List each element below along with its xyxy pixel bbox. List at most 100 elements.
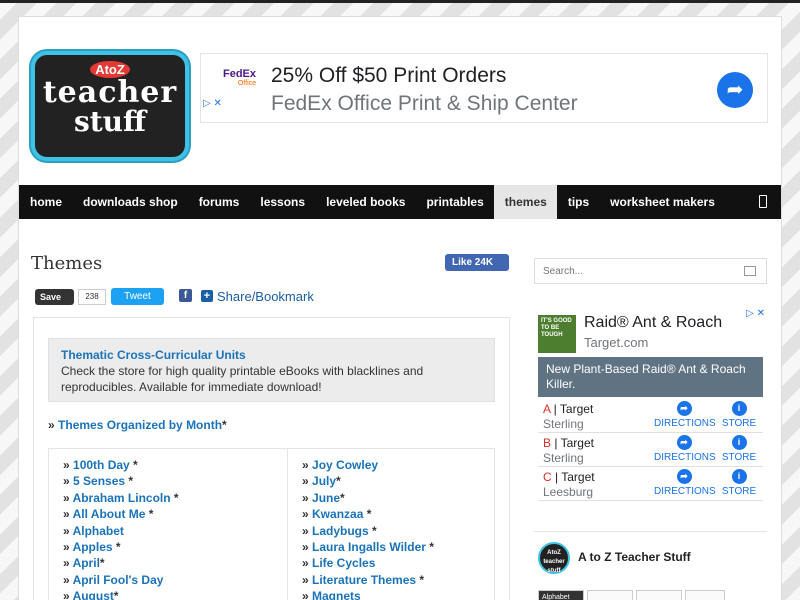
theme-item: » August* — [63, 588, 278, 600]
themes-by-month-link[interactable]: Themes Organized by Month — [58, 418, 222, 432]
nav-item-printables[interactable]: printables — [415, 185, 493, 219]
theme-link[interactable]: Alphabet — [73, 524, 124, 538]
top-bar — [0, 0, 800, 3]
theme-star: * — [113, 589, 119, 600]
theme-link[interactable]: July — [312, 474, 336, 488]
theme-item: » Magnets — [302, 588, 502, 600]
theme-item: » April* — [63, 556, 105, 571]
theme-link[interactable]: Kwanzaa — [312, 507, 363, 521]
directions-button[interactable]: ➦ DIRECTIONS — [654, 435, 716, 463]
ad-thumbnail[interactable]: IT'S GOOD TO BE TOUGH — [538, 315, 576, 353]
theme-link[interactable]: All About Me — [73, 507, 146, 521]
nav-list: home downloads shop forums lessons leveled b… — [19, 185, 781, 219]
directions-button[interactable]: ➦ DIRECTIONS — [654, 401, 716, 429]
store-location-row[interactable]: A | Target Sterling ➦ DIRECTIONS i STORE — [538, 399, 763, 433]
ad-promo[interactable]: New Plant-Based Raid® Ant & Roach Killer… — [538, 357, 763, 397]
search-icon[interactable] — [744, 266, 756, 276]
pinterest-save-button[interactable]: Save — [35, 289, 74, 305]
store-button[interactable]: i STORE — [716, 435, 762, 463]
search-input[interactable] — [535, 259, 725, 283]
theme-item: » Joy Cowley — [302, 458, 379, 472]
theme-link[interactable]: Apples — [73, 540, 113, 554]
theme-link[interactable]: Joy Cowley — [312, 458, 378, 472]
directions-button[interactable]: ➦ DIRECTIONS — [654, 469, 716, 497]
theme-item: » July* — [302, 474, 341, 489]
directions-icon: ➦ — [676, 469, 692, 484]
theme-star: * — [99, 556, 105, 571]
fedex-logo: FedEx Office — [223, 68, 257, 87]
store-location-row[interactable]: C | Target Leesburg ➦ DIRECTIONS i STORE — [538, 467, 763, 501]
theme-item: » Abraham Lincoln * — [63, 490, 179, 505]
themes-column-2: » Joy Cowley» July*» June*» Kwanzaa *» L… — [287, 449, 502, 600]
logo-line-2: stuff — [73, 105, 147, 138]
theme-item: » April Fool's Day — [63, 572, 164, 587]
nav-item-worksheet-makers[interactable]: worksheet makers — [599, 185, 725, 219]
info-icon: i — [731, 469, 747, 484]
theme-star: * — [416, 572, 425, 587]
store-button[interactable]: i STORE — [716, 401, 762, 429]
ad-headline[interactable]: 25% Off $50 Print Orders — [271, 64, 506, 88]
page-name[interactable]: A to Z Teacher Stuff — [578, 550, 691, 564]
nav-item-forums[interactable]: forums — [188, 185, 250, 219]
mobile-menu-icon[interactable] — [759, 195, 767, 208]
photo-thumb[interactable] — [587, 590, 633, 600]
theme-link[interactable]: Literature Themes — [312, 573, 416, 587]
theme-link[interactable]: June — [312, 491, 340, 505]
ad-banner[interactable]: FedEx Office ▷ ✕ 25% Off $50 Print Order… — [200, 53, 768, 123]
nav-item-lessons[interactable]: lessons — [249, 185, 315, 219]
callout-text: Check the store for high quality printab… — [61, 364, 424, 394]
theme-star: * — [368, 523, 377, 538]
location-name: C | Target — [543, 470, 595, 484]
theme-link[interactable]: August — [73, 589, 114, 600]
thematic-units-callout: Thematic Cross-Curricular Units Check th… — [48, 338, 495, 402]
callout-title[interactable]: Thematic Cross-Curricular Units — [61, 347, 482, 363]
theme-star: * — [425, 540, 434, 555]
theme-link[interactable]: Laura Ingalls Wilder — [312, 540, 426, 554]
theme-item: » All About Me * — [63, 507, 154, 522]
theme-link[interactable]: 100th Day — [73, 458, 130, 472]
photo-thumb[interactable] — [685, 590, 725, 600]
location-city: Sterling — [543, 451, 584, 465]
store-location-row[interactable]: B | Target Sterling ➦ DIRECTIONS i STORE — [538, 433, 763, 467]
location-city: Sterling — [543, 417, 584, 431]
info-icon: i — [731, 435, 747, 450]
themes-list: » 100th Day * » 5 Senses *» Abraham Linco… — [48, 448, 495, 600]
nav-item-home[interactable]: home — [19, 185, 72, 219]
theme-link[interactable]: Abraham Lincoln — [73, 491, 171, 505]
nav-item-downloads-shop[interactable]: downloads shop — [72, 185, 188, 219]
search-box — [534, 258, 767, 284]
facebook-like-button[interactable]: Like 24K — [445, 254, 509, 271]
plus-icon[interactable]: + — [201, 290, 213, 302]
page-avatar[interactable]: AtoZ teacher stuff — [538, 542, 570, 574]
theme-link[interactable]: Life Cycles — [312, 556, 375, 570]
directions-arrow-icon[interactable]: ➦ — [717, 72, 753, 108]
theme-link[interactable]: Ladybugs — [312, 524, 369, 538]
tweet-button[interactable]: Tweet — [111, 288, 164, 305]
theme-link[interactable]: April — [73, 556, 100, 570]
directions-icon: ➦ — [676, 435, 692, 450]
adchoices-icon[interactable]: ▷ ✕ — [203, 98, 222, 110]
photo-thumb[interactable]: Alphabet Chart Printables — [538, 590, 584, 600]
share-bookmark-link[interactable]: Share/Bookmark — [217, 288, 314, 305]
adchoices-icon[interactable]: ▷ ✕ — [746, 308, 765, 319]
site-logo[interactable]: AtoZ teacher stuff — [35, 55, 185, 157]
sidebar-ad[interactable]: IT'S GOOD TO BE TOUGH ▷ ✕ Raid® Ant & Ro… — [534, 307, 767, 503]
theme-link[interactable]: April Fool's Day — [73, 573, 164, 587]
ad-source: Target.com — [584, 335, 649, 350]
theme-item: » Alphabet — [63, 523, 124, 538]
photo-thumb[interactable] — [636, 590, 682, 600]
nav-item-leveled-books[interactable]: leveled books — [315, 185, 415, 219]
facebook-icon[interactable]: f — [179, 289, 192, 302]
nav-item-tips[interactable]: tips — [557, 185, 599, 219]
theme-link[interactable]: Magnets — [312, 589, 361, 600]
info-icon: i — [731, 401, 747, 416]
ad-subline[interactable]: FedEx Office Print & Ship Center — [271, 92, 578, 116]
store-button[interactable]: i STORE — [716, 469, 762, 497]
facebook-page-widget: AtoZ teacher stuff A to Z Teacher Stuff … — [534, 531, 767, 600]
ad-title[interactable]: Raid® Ant & Roach — [584, 314, 722, 332]
nav-item-themes[interactable]: themes — [493, 185, 557, 219]
theme-star: * — [340, 490, 345, 505]
content-box: Thematic Cross-Curricular Units Check th… — [33, 317, 510, 600]
page-container: AtoZ teacher stuff FedEx Office ▷ ✕ 25% … — [18, 16, 782, 600]
theme-link[interactable]: 5 Senses — [73, 474, 125, 488]
